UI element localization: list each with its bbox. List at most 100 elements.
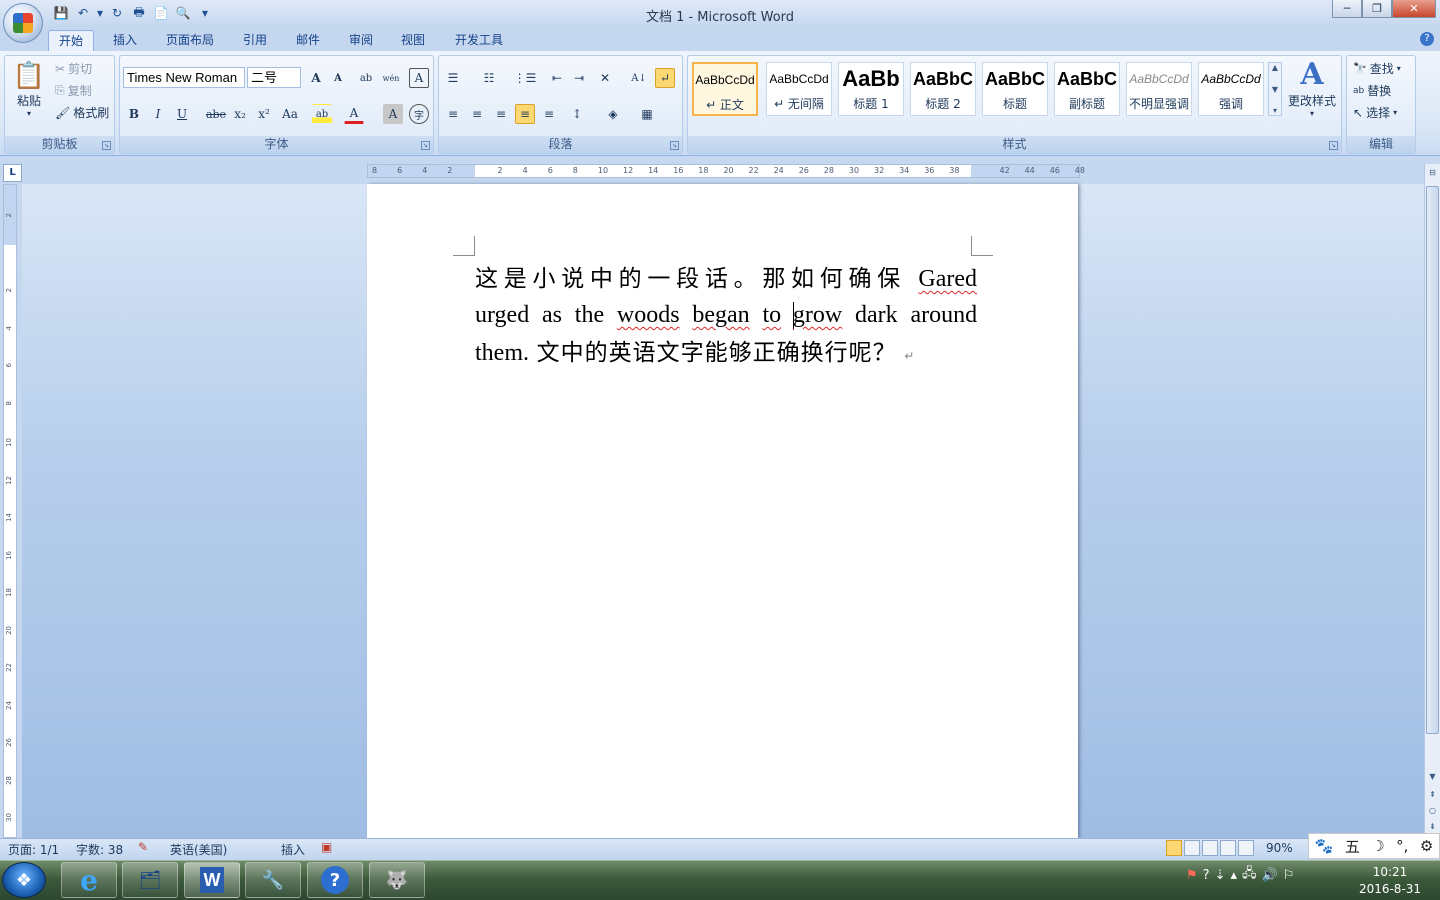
strikethrough-icon[interactable]: abe bbox=[206, 104, 226, 124]
tab-insert[interactable]: 插入 bbox=[103, 30, 147, 52]
browse-object-icon[interactable]: ○ bbox=[1426, 804, 1439, 818]
change-styles-button[interactable]: A 更改样式 ▾ bbox=[1286, 58, 1338, 119]
underline-icon[interactable]: U bbox=[172, 104, 192, 124]
style-heading-2[interactable]: AaBbC 标题 2 bbox=[910, 62, 976, 116]
taskbar-ie[interactable]: e bbox=[61, 862, 117, 898]
clear-format-icon[interactable]: ab bbox=[356, 68, 376, 88]
align-center-icon[interactable]: ≡ bbox=[467, 104, 487, 124]
chinese-layout-icon[interactable]: ✕ bbox=[595, 68, 615, 88]
web-layout-view-icon[interactable] bbox=[1202, 840, 1218, 856]
style-subtle-emphasis[interactable]: AaBbCcDd 不明显强调 bbox=[1126, 62, 1192, 116]
subscript-icon[interactable]: x₂ bbox=[230, 104, 250, 124]
horizontal-ruler[interactable]: 8 6 4 2 2 4 6 8 10 12 14 16 18 20 22 24 26 28 30 32 34 36 38 42… bbox=[367, 164, 1085, 178]
styles-gallery-scroll[interactable]: ▲ ▼ ▾ bbox=[1268, 62, 1282, 116]
close-button[interactable]: ✕ bbox=[1392, 0, 1436, 18]
ime-settings-icon[interactable]: ⚙ bbox=[1420, 837, 1433, 855]
taskbar-gimp[interactable]: 🐺 bbox=[369, 862, 425, 898]
tab-view[interactable]: 视图 bbox=[391, 30, 435, 52]
line-spacing-icon[interactable]: ↕ bbox=[567, 104, 587, 124]
find-button[interactable]: 🔭 查找 ▾ bbox=[1353, 60, 1401, 77]
select-button[interactable]: ↖ 选择 ▾ bbox=[1353, 104, 1397, 121]
paragraph-launcher-icon[interactable]: ↘ bbox=[670, 141, 679, 150]
bold-icon[interactable]: B bbox=[124, 104, 144, 124]
highlight-icon[interactable]: ab bbox=[312, 104, 332, 124]
align-right-icon[interactable]: ≡ bbox=[491, 104, 511, 124]
minimize-button[interactable]: ─ bbox=[1332, 0, 1362, 18]
volume-icon[interactable]: 🔊 bbox=[1262, 868, 1278, 883]
tab-review[interactable]: 审阅 bbox=[339, 30, 383, 52]
clock[interactable]: 10:21 2016-8-31 bbox=[1350, 864, 1430, 898]
font-launcher-icon[interactable]: ↘ bbox=[421, 141, 430, 150]
copy-button[interactable]: ⎘ 复制 bbox=[55, 82, 92, 99]
scroll-down-icon[interactable]: ▼ bbox=[1426, 770, 1439, 784]
font-name-field[interactable]: Times New Roman bbox=[123, 67, 245, 88]
start-button[interactable]: ❖ bbox=[2, 862, 46, 898]
cut-button[interactable]: ✂ 剪切 bbox=[55, 60, 92, 77]
prev-page-icon[interactable]: ⇞ bbox=[1426, 788, 1439, 802]
style-subtitle[interactable]: AaBbC 副标题 bbox=[1054, 62, 1120, 116]
document-body[interactable]: 这是小说中的一段话。那如何确保 Gared urged as the woods… bbox=[475, 260, 977, 371]
proofing-icon[interactable]: ✎ bbox=[138, 840, 148, 854]
style-normal[interactable]: AaBbCcDd ↵ 正文 bbox=[692, 62, 758, 116]
insert-mode[interactable]: 插入 bbox=[281, 841, 305, 858]
ime-halfwidth-icon[interactable]: ☽ bbox=[1371, 837, 1384, 855]
chevron-down-icon[interactable]: ▼ bbox=[1272, 85, 1278, 94]
scrollbar-thumb[interactable] bbox=[1426, 186, 1439, 734]
draft-view-icon[interactable] bbox=[1238, 840, 1254, 856]
style-no-spacing[interactable]: AaBbCcDd ↵ 无间隔 bbox=[766, 62, 832, 116]
show-marks-icon[interactable]: ↵ bbox=[655, 68, 675, 88]
justify-icon[interactable]: ≡ bbox=[515, 104, 535, 124]
clipboard-launcher-icon[interactable]: ↘ bbox=[102, 141, 111, 150]
document-page[interactable]: 这是小说中的一段话。那如何确保 Gared urged as the woods… bbox=[367, 184, 1078, 838]
ruler-toggle-icon[interactable]: ⊟ bbox=[1426, 166, 1439, 180]
tray-flag-icon[interactable]: ⚑ bbox=[1186, 868, 1198, 883]
tab-developer[interactable]: 开发工具 bbox=[445, 30, 513, 52]
font-size-field[interactable]: 二号 bbox=[247, 67, 301, 88]
replace-button[interactable]: ab 替换 bbox=[1353, 82, 1391, 99]
vertical-scrollbar[interactable]: ⊟ ▼ ⇞ ○ ⇟ bbox=[1424, 164, 1440, 838]
borders-icon[interactable]: ▦ bbox=[637, 104, 657, 124]
network-icon[interactable]: 🖧 bbox=[1242, 864, 1257, 886]
taskbar-explorer[interactable]: 🗂 bbox=[122, 862, 178, 898]
decrease-indent-icon[interactable]: ⇤ bbox=[547, 68, 567, 88]
font-color-icon[interactable]: A bbox=[344, 104, 364, 124]
taskbar-help[interactable]: ? bbox=[307, 862, 363, 898]
tab-mailings[interactable]: 邮件 bbox=[286, 30, 330, 52]
distribute-icon[interactable]: ≡ bbox=[539, 104, 559, 124]
shrink-font-icon[interactable]: A bbox=[328, 68, 348, 88]
word-count[interactable]: 字数: 38 bbox=[76, 841, 123, 858]
reading-view-icon[interactable] bbox=[1184, 840, 1200, 856]
bullets-icon[interactable]: ☰ bbox=[443, 68, 463, 88]
sort-icon[interactable]: A↓ bbox=[629, 68, 649, 88]
style-title[interactable]: AaBbC 标题 bbox=[982, 62, 1048, 116]
increase-indent-icon[interactable]: ⇥ bbox=[569, 68, 589, 88]
superscript-icon[interactable]: x² bbox=[254, 104, 274, 124]
tab-selector[interactable]: L bbox=[3, 164, 22, 182]
action-center-icon[interactable]: ⚐ bbox=[1283, 868, 1295, 883]
multilevel-list-icon[interactable]: ⋮☰ bbox=[514, 68, 537, 88]
italic-icon[interactable]: I bbox=[148, 104, 168, 124]
style-heading-1[interactable]: AaBb 标题 1 bbox=[838, 62, 904, 116]
taskbar-word[interactable]: W bbox=[184, 862, 240, 898]
styles-launcher-icon[interactable]: ↘ bbox=[1329, 141, 1338, 150]
chevron-up-icon[interactable]: ▲ bbox=[1272, 63, 1278, 72]
phonetic-guide-icon[interactable]: wén bbox=[381, 68, 401, 88]
tab-home[interactable]: 开始 bbox=[48, 30, 95, 52]
char-shading-icon[interactable]: A bbox=[383, 104, 403, 124]
change-case-icon[interactable]: Aa bbox=[280, 104, 300, 124]
ime-logo-icon[interactable]: 🐾 bbox=[1315, 837, 1334, 855]
office-button[interactable] bbox=[3, 3, 43, 43]
page-count[interactable]: 页面: 1/1 bbox=[8, 841, 59, 858]
grow-font-icon[interactable]: A bbox=[306, 68, 326, 88]
tab-page-layout[interactable]: 页面布局 bbox=[156, 30, 224, 52]
ime-punctuation-icon[interactable]: °, bbox=[1396, 837, 1408, 855]
gallery-more-icon[interactable]: ▾ bbox=[1273, 106, 1277, 115]
macro-record-icon[interactable]: ▣ bbox=[321, 840, 332, 854]
enclose-char-icon[interactable]: 字 bbox=[409, 104, 429, 124]
char-border-icon[interactable]: A bbox=[409, 68, 429, 88]
zoom-level[interactable]: 90% bbox=[1266, 841, 1293, 855]
help-icon[interactable]: ? bbox=[1420, 32, 1434, 46]
tab-references[interactable]: 引用 bbox=[233, 30, 277, 52]
format-painter-button[interactable]: 🖌 格式刷 bbox=[55, 104, 109, 121]
outline-view-icon[interactable] bbox=[1220, 840, 1236, 856]
